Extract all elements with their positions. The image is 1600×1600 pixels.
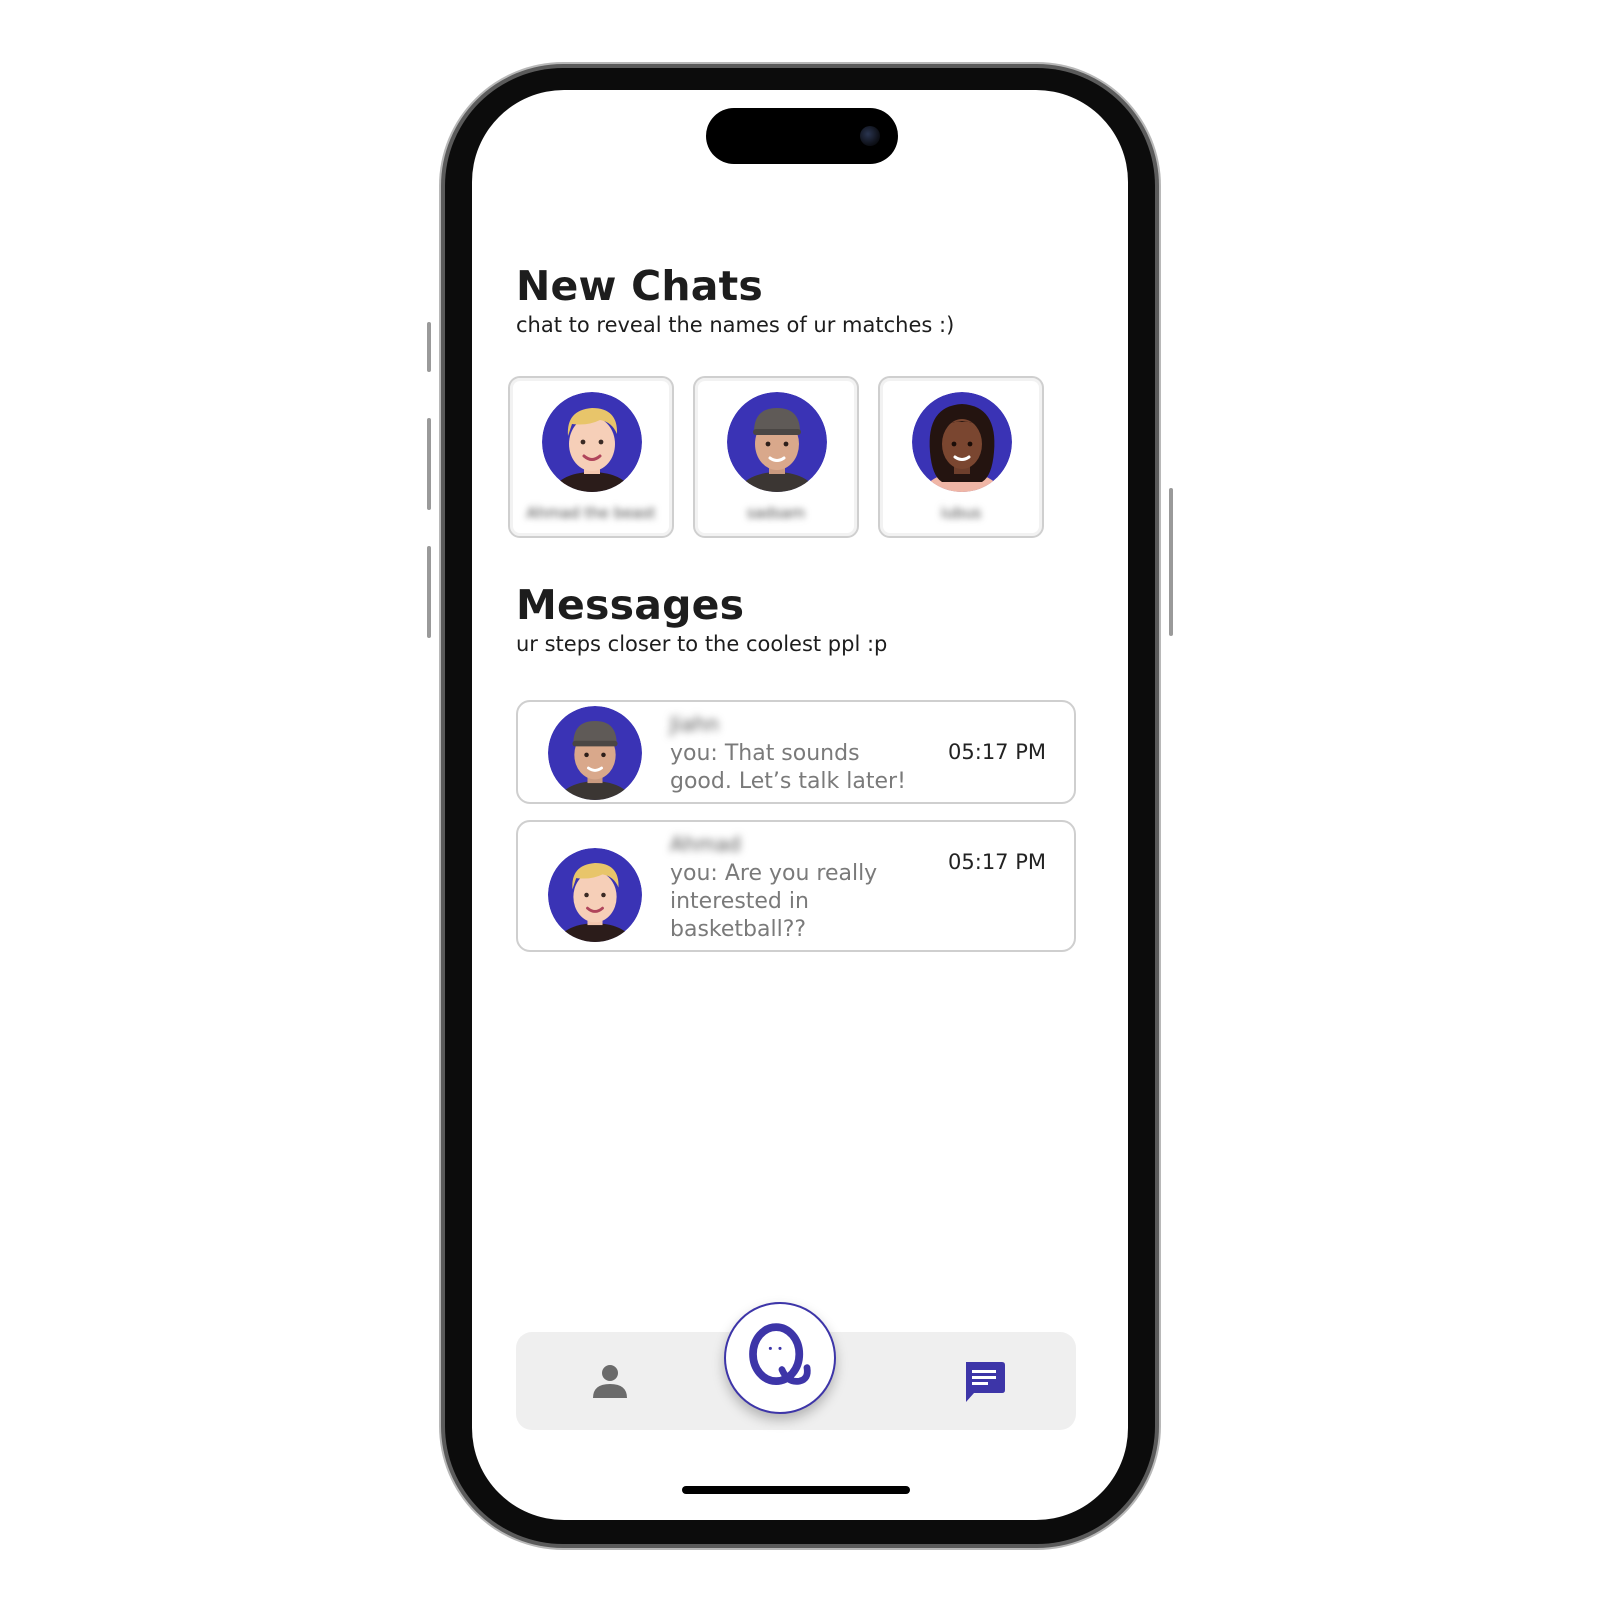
- message-preview: you: Are you really interested in basket…: [670, 861, 878, 942]
- new-chat-card[interactable]: iubus: [878, 376, 1044, 538]
- new-chats-subtitle: chat to reveal the names of ur matches :…: [516, 313, 955, 337]
- screen: New Chats chat to reveal the names of ur…: [472, 90, 1128, 1520]
- front-camera-icon: [860, 126, 880, 146]
- messages-title: Messages: [516, 581, 745, 629]
- blonde-man-avatar-icon: [542, 392, 642, 492]
- volume-down-button: [427, 546, 431, 638]
- q-logo-icon: [749, 1323, 811, 1385]
- volume-up-button: [427, 418, 431, 510]
- message-thread-item[interactable]: Ahmad you: Are you really interested in …: [516, 820, 1076, 952]
- blurred-match-name: Ahmad the beast: [526, 504, 656, 522]
- person-icon[interactable]: [590, 1362, 630, 1402]
- dynamic-island: [706, 108, 898, 164]
- power-button: [1169, 488, 1173, 636]
- cap-man-avatar-icon: [548, 706, 642, 800]
- message-sender-name: Ahmad: [670, 832, 741, 856]
- new-chat-card[interactable]: Ahmad the beast: [508, 376, 674, 538]
- message-sender-name: Jiahn: [670, 712, 720, 736]
- blonde-man-avatar-icon: [548, 848, 642, 942]
- message-time: 05:17 PM: [948, 740, 1046, 764]
- new-chats-title: New Chats: [516, 262, 764, 310]
- message-time: 05:17 PM: [948, 850, 1046, 874]
- message-thread-item[interactable]: Jiahn you: That sounds good. Let’s talk …: [516, 700, 1076, 804]
- new-chat-card[interactable]: sadsam: [693, 376, 859, 538]
- messages-subtitle: ur steps closer to the coolest ppl :p: [516, 632, 888, 656]
- action-button: [427, 322, 431, 372]
- message-preview: you: That sounds good. Let’s talk later!: [670, 741, 906, 794]
- chat-bubble-icon[interactable]: [960, 1358, 1008, 1406]
- blurred-match-name: iubus: [940, 504, 982, 522]
- blurred-match-name: sadsam: [746, 504, 806, 522]
- home-indicator[interactable]: [682, 1486, 910, 1494]
- cap-man-avatar-icon: [727, 392, 827, 492]
- curly-hair-woman-avatar-icon: [912, 392, 1012, 492]
- q-home-button[interactable]: [724, 1302, 836, 1414]
